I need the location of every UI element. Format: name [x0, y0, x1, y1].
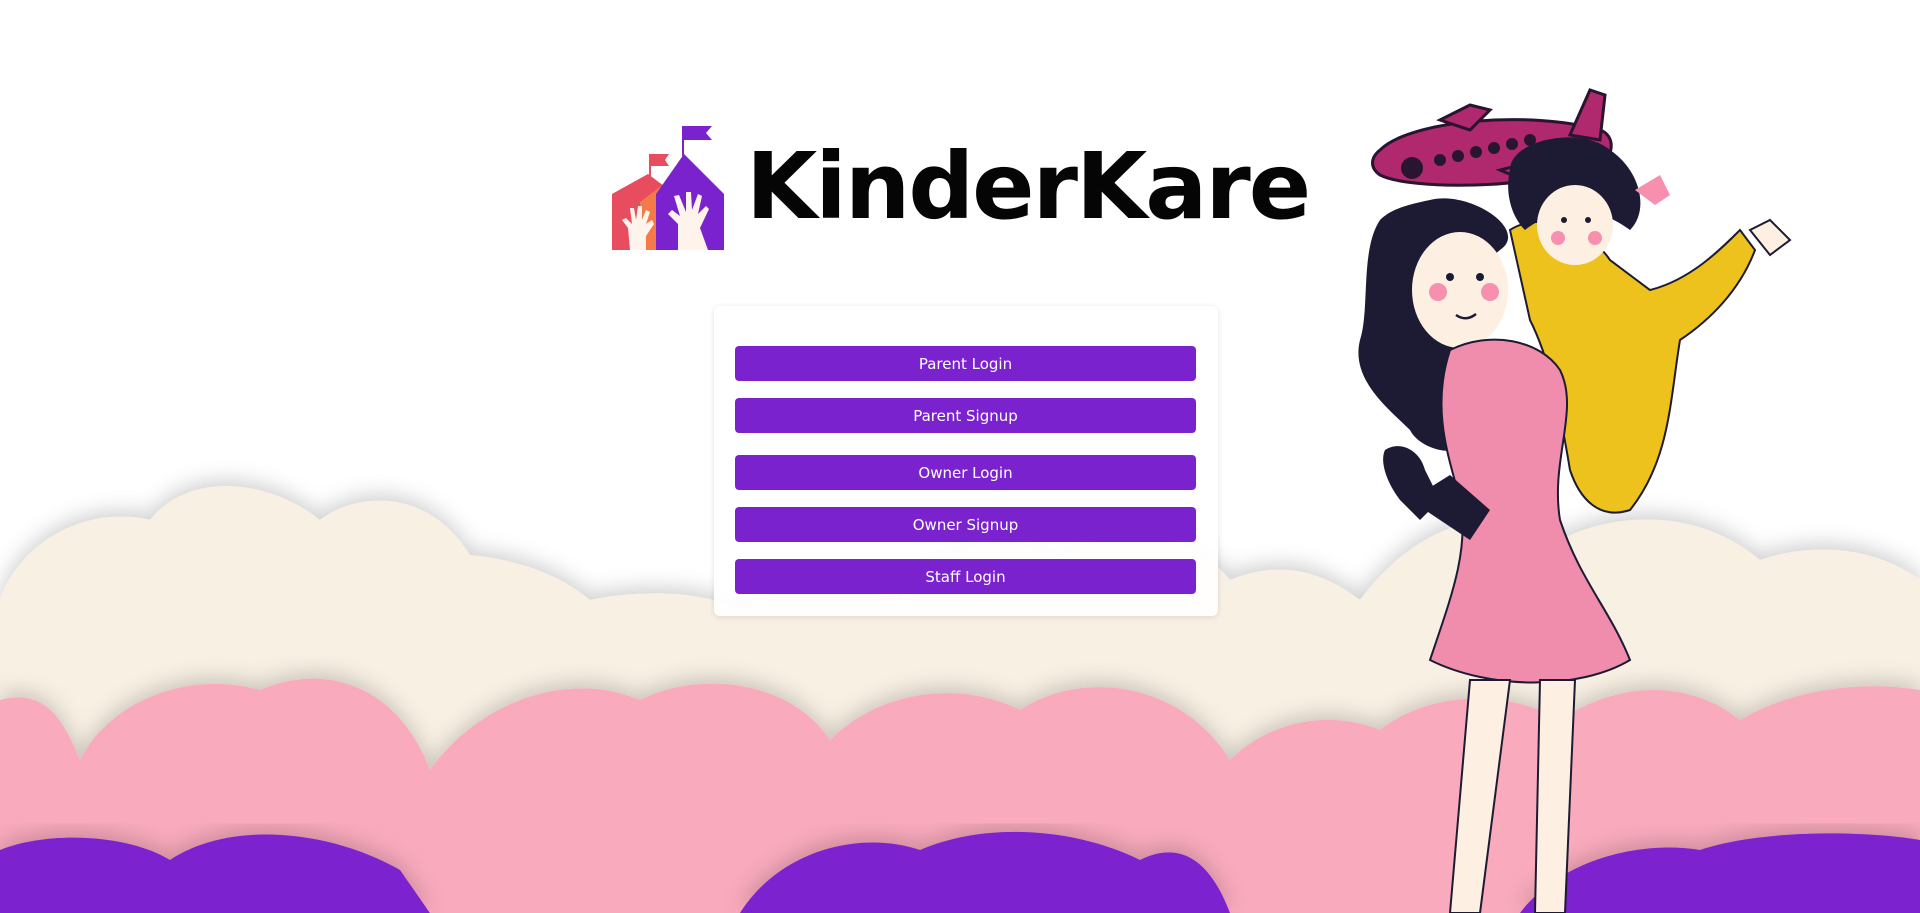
owner-signup-button[interactable]: Owner Signup: [735, 507, 1196, 542]
girl-carrying-child-illustration: [1358, 88, 1792, 913]
parent-signup-button[interactable]: Parent Signup: [735, 398, 1196, 433]
brand-name: KinderKare: [746, 133, 1311, 240]
parent-login-button[interactable]: Parent Login: [735, 346, 1196, 381]
brand-logo: KinderKare: [612, 124, 1311, 250]
schoolhouse-hands-icon: [612, 126, 724, 250]
auth-card: Parent Login Parent Signup Owner Login O…: [714, 306, 1218, 616]
staff-login-button[interactable]: Staff Login: [735, 559, 1196, 594]
owner-login-button[interactable]: Owner Login: [735, 455, 1196, 490]
